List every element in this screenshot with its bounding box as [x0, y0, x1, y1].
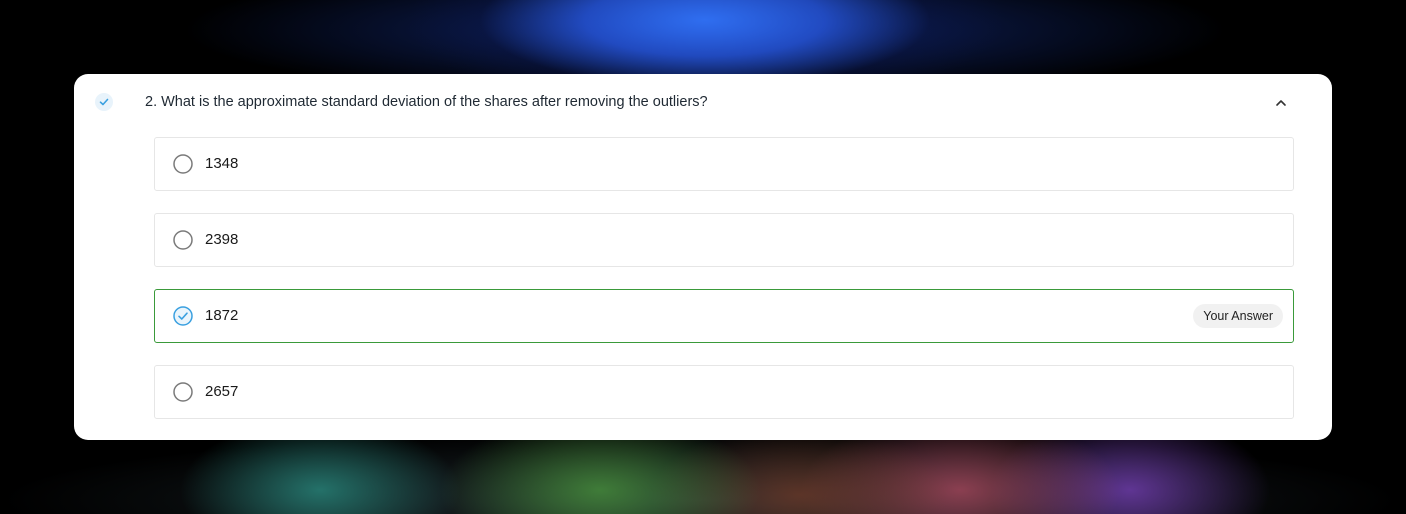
radio-checked-icon	[173, 306, 193, 326]
answer-option[interactable]: 1348	[154, 137, 1294, 191]
radio-unchecked-icon	[173, 154, 193, 174]
collapse-button[interactable]	[1272, 94, 1290, 112]
answer-option[interactable]: 2398	[154, 213, 1294, 267]
option-label: 2398	[205, 231, 239, 248]
your-answer-badge: Your Answer	[1193, 304, 1283, 328]
answered-check-icon	[95, 93, 113, 111]
option-label: 2657	[205, 383, 239, 400]
option-label: 1348	[205, 155, 239, 172]
question-title: 2. What is the approximate standard devi…	[145, 94, 708, 110]
answer-option[interactable]: 2657	[154, 365, 1294, 419]
chevron-up-icon	[1276, 100, 1286, 106]
answer-option-selected[interactable]: 1872 Your Answer	[154, 289, 1294, 343]
radio-unchecked-icon	[173, 230, 193, 250]
option-label: 1872	[205, 307, 239, 324]
radio-unchecked-icon	[173, 382, 193, 402]
